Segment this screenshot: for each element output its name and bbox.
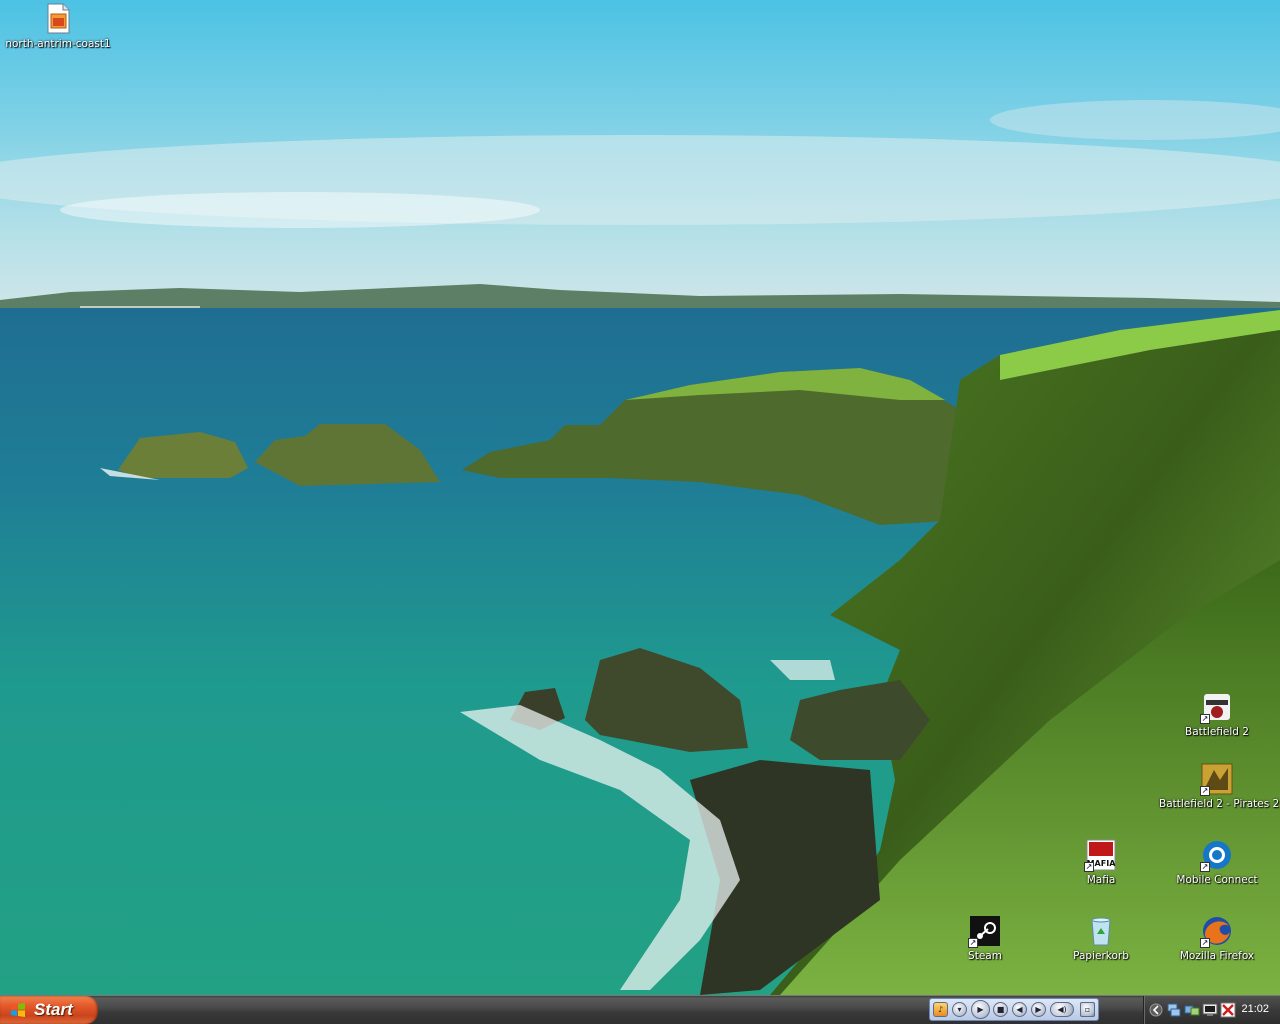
desktop-icon-battlefield-2[interactable]: ↗ Battlefield 2 [1159, 690, 1275, 739]
media-player-toolbar: ♪ ▾ ▶ ■ ◀ ▶ ◀) ▫ [929, 998, 1099, 1021]
desktop-icon-battlefield-2-pirates-2[interactable]: ↗ Battlefield 2 - Pirates 2 [1159, 762, 1280, 811]
desktop-icon-label: Papierkorb [1073, 950, 1129, 962]
shortcut-arrow-icon: ↗ [1084, 862, 1094, 872]
show-hidden-icon[interactable] [1148, 1002, 1164, 1018]
menu-icon[interactable]: ▾ [952, 1002, 967, 1017]
firefox-icon: ↗ [1200, 914, 1234, 948]
desktop-icon-label: Battlefield 2 - Pirates 2 [1159, 798, 1280, 810]
desktop-icon-label: Mobile Connect [1176, 874, 1258, 886]
play-icon[interactable]: ▶ [971, 1000, 990, 1019]
desktop-icon-steam[interactable]: ↗ Steam [927, 914, 1043, 963]
image-file-icon [41, 2, 75, 36]
antivirus-icon[interactable] [1220, 1002, 1236, 1018]
desktop-icon-mafia[interactable]: MAFIA ↗ Mafia [1043, 838, 1159, 887]
next-icon[interactable]: ▶ [1031, 1002, 1046, 1017]
desktop-icon-label: Battlefield 2 [1185, 726, 1249, 738]
windows-logo-icon [11, 1003, 25, 1017]
taskbar: Start ♪ ▾ ▶ ■ ◀ ▶ ◀) ▫ 21:02 [0, 995, 1280, 1024]
network-icon-2[interactable] [1184, 1002, 1200, 1018]
shortcut-arrow-icon: ↗ [1200, 714, 1210, 724]
restore-icon[interactable]: ▫ [1080, 1002, 1095, 1017]
desktop-icon-mobile-connect[interactable]: ↗ Mobile Connect [1159, 838, 1275, 887]
start-button[interactable]: Start [0, 996, 98, 1024]
stop-icon[interactable]: ■ [993, 1002, 1008, 1017]
mafia-icon: MAFIA ↗ [1084, 838, 1118, 872]
desktop-icon-recycle-bin[interactable]: Papierkorb [1043, 914, 1159, 963]
shortcut-arrow-icon: ↗ [1200, 786, 1210, 796]
desktop-icon-label: north-antrim-coast1 [5, 38, 111, 50]
desktop-icon-mozilla-firefox[interactable]: ↗ Mozilla Firefox [1159, 914, 1275, 963]
steam-icon: ↗ [968, 914, 1002, 948]
start-label: Start [34, 1000, 73, 1019]
clock[interactable]: 21:02 [1241, 1003, 1269, 1015]
recycle-bin-icon [1084, 914, 1118, 948]
windows-media-icon[interactable]: ♪ [933, 1002, 948, 1017]
desktop-icon-label: Mafia [1086, 874, 1116, 886]
mobile-connect-icon: ↗ [1200, 838, 1234, 872]
shortcut-arrow-icon: ↗ [1200, 938, 1210, 948]
desktop-icon-label: Mozilla Firefox [1179, 950, 1255, 962]
network-icon[interactable] [1166, 1002, 1182, 1018]
battlefield2-pirates-icon: ↗ [1200, 762, 1234, 796]
system-tray: 21:02 [1143, 996, 1280, 1024]
desktop-icon-label: Steam [968, 950, 1002, 962]
volume-icon[interactable]: ◀) [1050, 1002, 1074, 1017]
desktop-icon-north-antrim-coast1[interactable]: north-antrim-coast1 [0, 2, 116, 51]
monitor-icon[interactable] [1202, 1002, 1218, 1018]
shortcut-arrow-icon: ↗ [968, 938, 978, 948]
previous-icon[interactable]: ◀ [1012, 1002, 1027, 1017]
shortcut-arrow-icon: ↗ [1200, 862, 1210, 872]
battlefield2-icon: ↗ [1200, 690, 1234, 724]
desktop[interactable]: north-antrim-coast1 ↗ Battlefield 2 ↗ Ba… [0, 0, 1280, 995]
